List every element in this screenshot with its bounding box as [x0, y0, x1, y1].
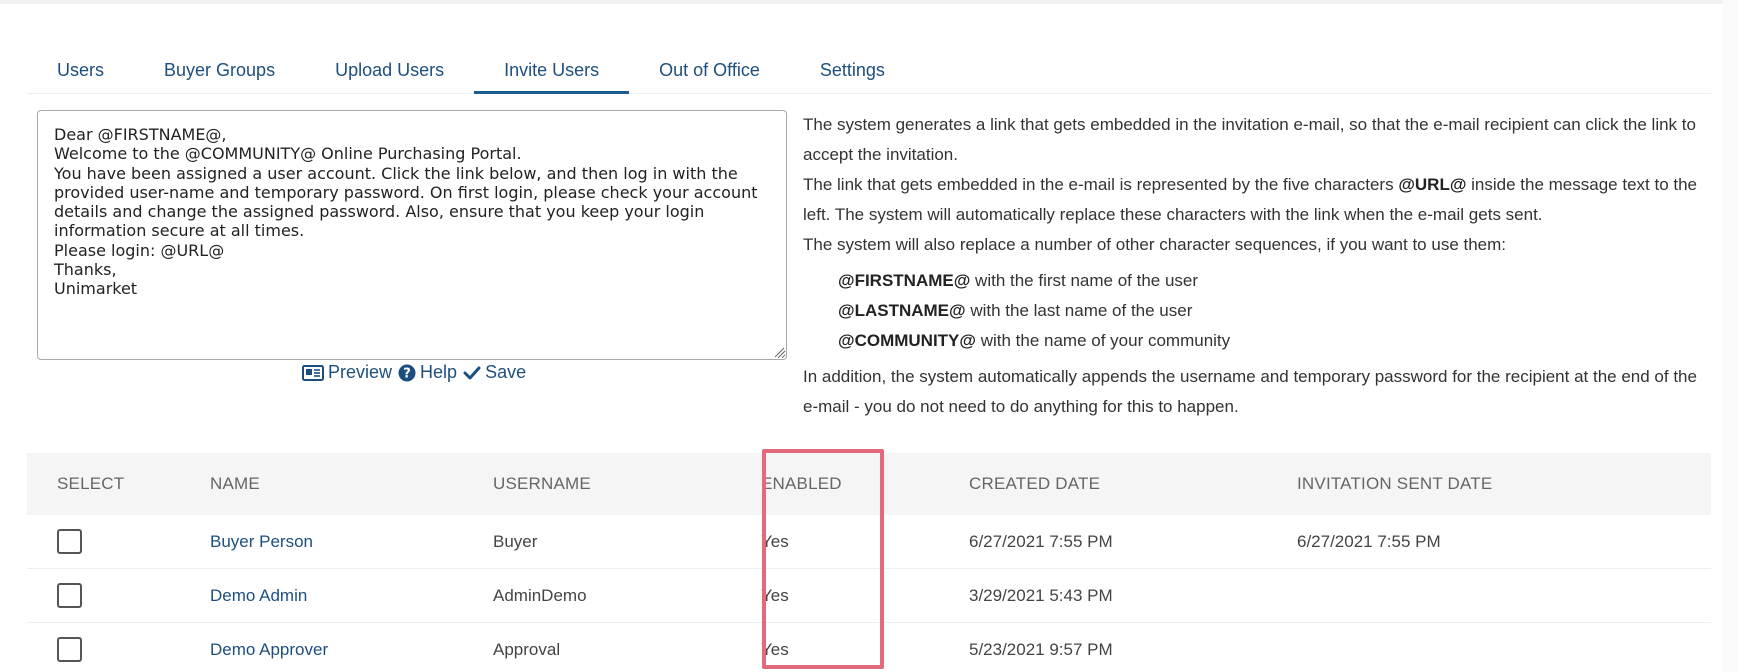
header-created-date[interactable]: CREATED DATE [969, 474, 1297, 494]
row-select-checkbox[interactable] [57, 583, 82, 608]
header-invitation-sent-date[interactable]: INVITATION SENT DATE [1297, 474, 1697, 494]
help-paragraph-2: The link that gets embedded in the e-mai… [803, 170, 1708, 230]
username-cell: AdminDemo [493, 585, 587, 605]
header-enabled[interactable]: ENABLED [761, 474, 969, 494]
header-name[interactable]: NAME [210, 474, 493, 494]
user-name-link[interactable]: Buyer Person [210, 532, 313, 551]
tab-invite-users[interactable]: Invite Users [474, 48, 630, 94]
token-item-firstname: @FIRSTNAME@ with the first name of the u… [838, 266, 1708, 296]
created-date-cell: 3/29/2021 5:43 PM [969, 585, 1113, 605]
token-desc: with the name of your community [975, 331, 1231, 350]
created-date-cell: 6/27/2021 7:55 PM [969, 531, 1113, 551]
url-token: @URL@ [1398, 175, 1467, 194]
tab-out-of-office[interactable]: Out of Office [629, 48, 790, 94]
enabled-cell: Yes [761, 531, 789, 551]
tab-settings[interactable]: Settings [790, 48, 915, 94]
token-desc: with the first name of the user [970, 271, 1199, 290]
header-username[interactable]: USERNAME [493, 474, 761, 494]
top-border [0, 0, 1738, 4]
tab-users[interactable]: Users [27, 48, 134, 94]
user-name-link[interactable]: Demo Admin [210, 586, 307, 605]
table-row: Demo Admin AdminDemo Yes 3/29/2021 5:43 … [27, 569, 1711, 623]
token-name: @FIRSTNAME@ [838, 271, 971, 290]
username-cell: Approval [493, 639, 561, 659]
enabled-cell: Yes [761, 639, 789, 659]
resize-grip-icon[interactable] [773, 346, 785, 358]
username-cell: Buyer [493, 531, 538, 551]
save-label: Save [485, 362, 527, 382]
help-label: Help [420, 362, 458, 382]
user-name-link[interactable]: Demo Approver [210, 640, 328, 659]
row-select-checkbox[interactable] [57, 637, 82, 662]
preview-button[interactable]: Preview [302, 362, 392, 383]
header-select[interactable]: SELECT [27, 474, 210, 494]
invitation-sent-cell: 6/27/2021 7:55 PM [1297, 531, 1441, 551]
token-item-community: @COMMUNITY@ with the name of your commun… [838, 326, 1708, 356]
right-scroll-track [1722, 0, 1738, 672]
token-desc: with the last name of the user [965, 301, 1193, 320]
question-circle-icon: ? [398, 364, 416, 381]
svg-text:?: ? [403, 366, 411, 381]
tab-bar: Users Buyer Groups Upload Users Invite U… [27, 48, 1711, 94]
select-cell [27, 583, 210, 608]
invite-help-text: The system generates a link that gets em… [803, 110, 1708, 422]
select-cell [27, 529, 210, 554]
row-select-checkbox[interactable] [57, 529, 82, 554]
preview-card-icon [302, 364, 324, 381]
help-paragraph-4: In addition, the system automatically ap… [803, 367, 1697, 416]
invitation-message-textarea[interactable]: Dear @FIRSTNAME@, Welcome to the @COMMUN… [37, 110, 787, 360]
help-paragraph-3: The system will also replace a number of… [803, 235, 1507, 254]
token-list: @FIRSTNAME@ with the first name of the u… [838, 266, 1708, 356]
table-row: Demo Approver Approval Yes 5/23/2021 9:5… [27, 623, 1711, 672]
token-item-lastname: @LASTNAME@ with the last name of the use… [838, 296, 1708, 326]
save-button[interactable]: Save [463, 362, 526, 383]
tab-buyer-groups[interactable]: Buyer Groups [134, 48, 305, 94]
token-name: @COMMUNITY@ [838, 331, 976, 350]
users-table: SELECT NAME USERNAME ENABLED CREATED DAT… [27, 453, 1711, 672]
enabled-cell: Yes [761, 585, 789, 605]
page: Users Buyer Groups Upload Users Invite U… [0, 0, 1738, 672]
created-date-cell: 5/23/2021 9:57 PM [969, 639, 1113, 659]
help-paragraph-1: The system generates a link that gets em… [803, 115, 1696, 164]
token-name: @LASTNAME@ [838, 301, 966, 320]
table-header: SELECT NAME USERNAME ENABLED CREATED DAT… [27, 453, 1711, 515]
table-row: Buyer Person Buyer Yes 6/27/2021 7:55 PM… [27, 515, 1711, 569]
tab-upload-users[interactable]: Upload Users [305, 48, 474, 94]
checkmark-icon [463, 366, 481, 379]
preview-label: Preview [328, 362, 393, 382]
help-button[interactable]: ? Help [398, 362, 457, 383]
editor-actions: Preview ? Help Save [302, 362, 526, 383]
help-paragraph-2-before: The link that gets embedded in the e-mai… [803, 175, 1399, 194]
select-cell [27, 637, 210, 662]
